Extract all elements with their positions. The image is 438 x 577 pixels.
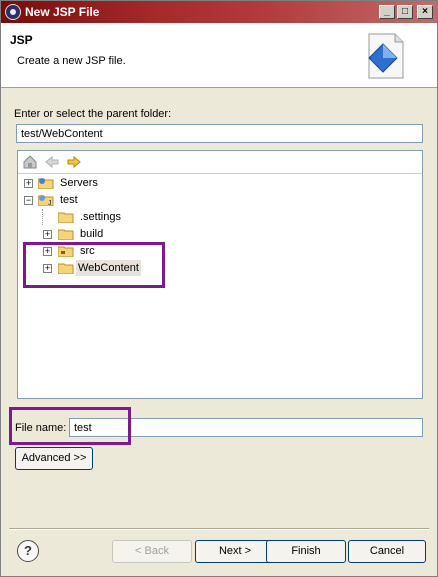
finish-button[interactable]: Finish: [266, 540, 346, 563]
jsp-wizard-icon: [368, 33, 404, 79]
tree-item-servers[interactable]: + Servers: [18, 175, 422, 191]
eclipse-icon: [5, 4, 21, 20]
home-icon[interactable]: [22, 154, 38, 170]
svg-text:J: J: [48, 200, 52, 206]
wizard-message: Create a new JSP file.: [17, 55, 126, 67]
tree-item-build[interactable]: + build: [18, 226, 422, 242]
title-bar[interactable]: New JSP File _ □ ×: [1, 1, 437, 23]
web-project-icon: J: [38, 195, 54, 206]
expand-toggle[interactable]: +: [24, 179, 33, 188]
tree-item-settings[interactable]: .settings: [18, 209, 422, 225]
close-button[interactable]: ×: [417, 5, 433, 19]
expand-toggle[interactable]: +: [43, 230, 52, 239]
highlight-box-filename: [9, 407, 131, 445]
parent-folder-label: Enter or select the parent folder:: [14, 108, 172, 120]
advanced-button[interactable]: Advanced >>: [15, 447, 93, 470]
minimize-button[interactable]: _: [379, 5, 395, 19]
maximize-button[interactable]: □: [397, 5, 413, 19]
folder-icon: [58, 229, 74, 240]
parent-folder-input[interactable]: test/WebContent: [16, 124, 423, 143]
button-bar-separator: [9, 528, 429, 530]
tree-item-label: Servers: [60, 177, 98, 189]
tree-item-label: build: [80, 228, 104, 240]
help-icon[interactable]: ?: [17, 540, 39, 562]
collapse-toggle[interactable]: −: [24, 196, 33, 205]
tree-item-label: .settings: [80, 211, 121, 223]
next-button[interactable]: Next >: [195, 540, 275, 563]
wizard-title: JSP: [10, 33, 33, 47]
folder-icon: [58, 212, 74, 223]
window-title: New JSP File: [25, 5, 100, 19]
tree-item-label: test: [60, 194, 78, 206]
highlight-box-folder: [23, 242, 165, 288]
back-button[interactable]: < Back: [112, 540, 192, 563]
tree-toolbar: [18, 151, 422, 174]
project-folder-icon: [38, 178, 54, 189]
forward-arrow-icon[interactable]: [66, 154, 82, 170]
back-arrow-icon[interactable]: [44, 154, 60, 170]
cancel-button[interactable]: Cancel: [348, 540, 426, 563]
dialog-window: New JSP File _ □ × JSP Create a new JSP …: [0, 0, 438, 577]
tree-item-test[interactable]: − J test: [18, 192, 422, 208]
tree-guide-line: [42, 209, 43, 225]
wizard-header: JSP Create a new JSP file.: [1, 23, 437, 88]
